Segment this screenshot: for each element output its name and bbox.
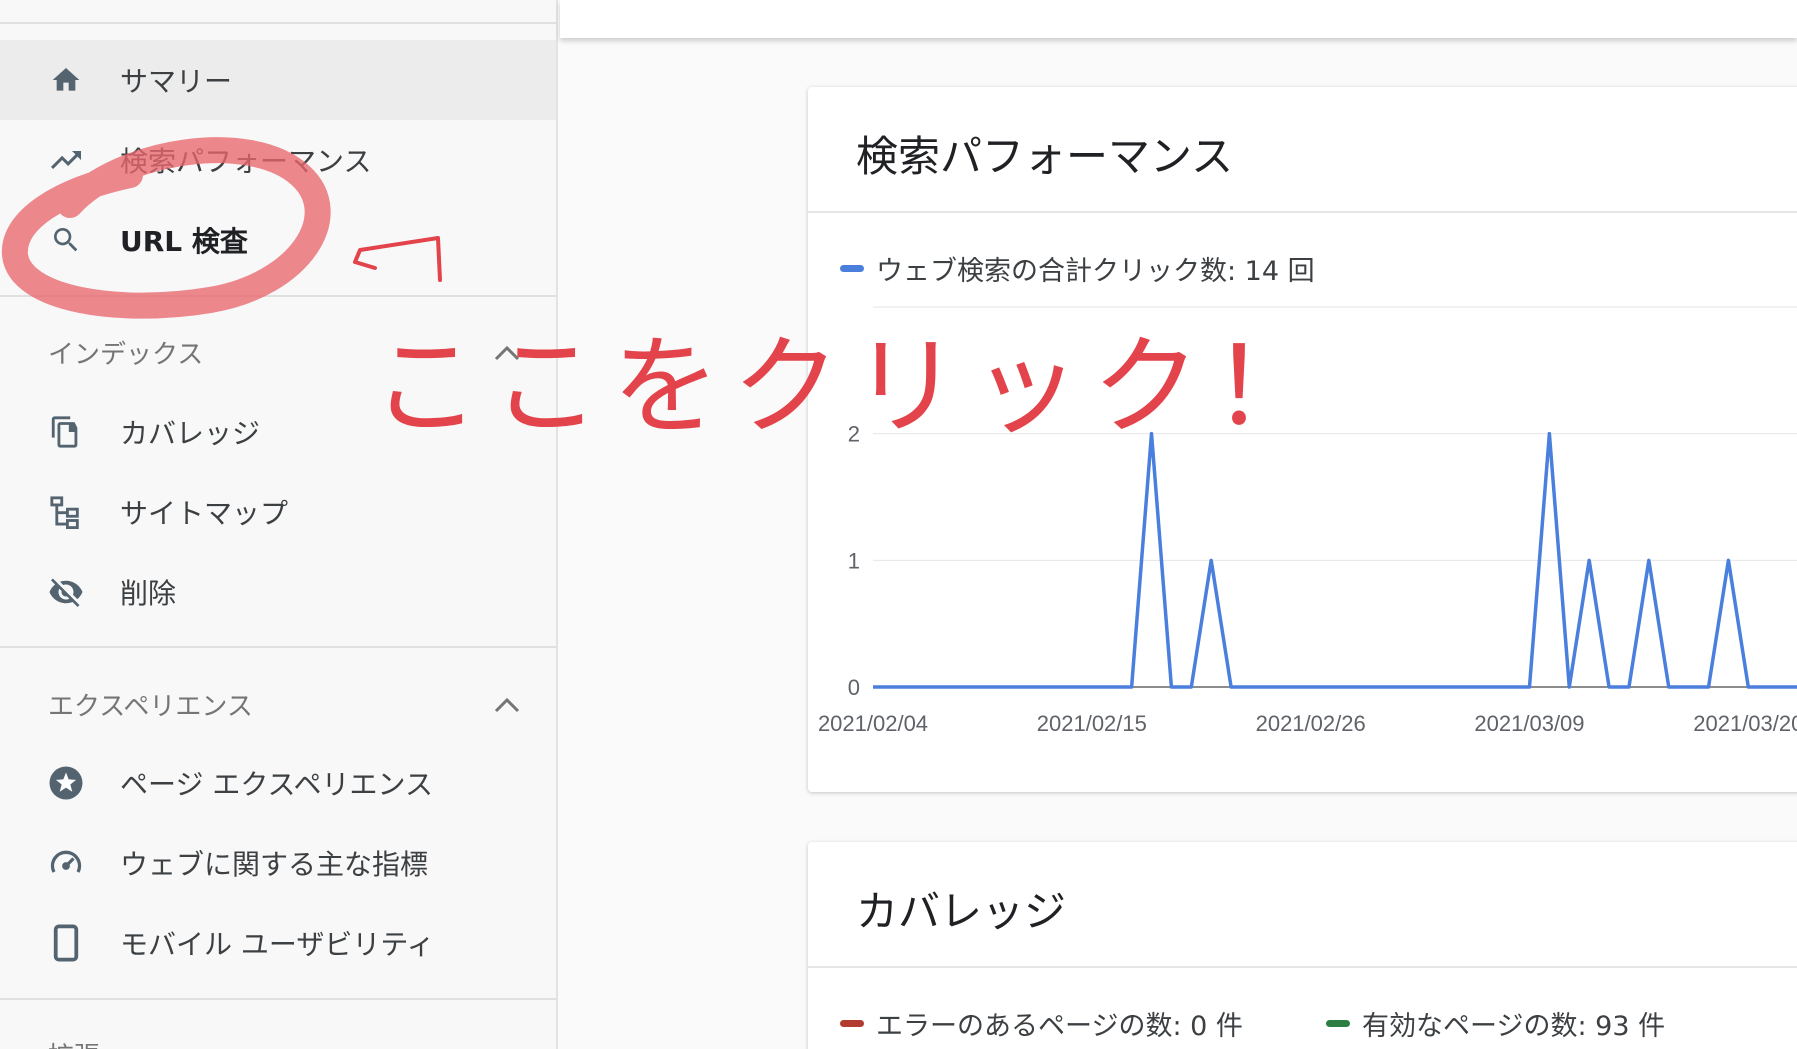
sidebar-item-label: サマリー	[120, 65, 233, 98]
sidebar-item-sitemap[interactable]: サイトマップ	[0, 472, 556, 552]
smartphone-icon	[48, 924, 84, 962]
chart-legend[interactable]: ウェブ検索の合計クリック数: 14 回	[840, 249, 1315, 288]
x-tick-label: 2021/03/09	[1474, 711, 1584, 736]
sidebar-item-label: ウェブに関する主な指標	[120, 848, 429, 881]
legend-swatch	[840, 1020, 864, 1027]
sidebar: サマリー 検索パフォーマンス URL 検査 インデックス カバレッジ サイトマッ…	[0, 0, 558, 1049]
sidebar-divider	[0, 998, 556, 1000]
top-app-bar	[560, 0, 1797, 38]
sidebar-item-label: サイトマップ	[120, 497, 289, 530]
annotation-text: ここをクリック！	[372, 325, 1333, 450]
card-divider	[808, 211, 1797, 213]
sidebar-divider	[0, 646, 556, 648]
sidebar-item-removals[interactable]: 削除	[0, 552, 556, 632]
x-tick-label: 2021/02/26	[1256, 711, 1366, 736]
search-icon	[48, 222, 84, 258]
legend-valid[interactable]: 有効なページの数: 93 件	[1326, 1004, 1665, 1043]
section-title-experience: エクスペリエンス	[48, 692, 253, 722]
card-divider	[808, 966, 1797, 968]
section-title-index: インデックス	[48, 340, 204, 370]
sidebar-item-label: ページ エクスペリエンス	[120, 768, 433, 801]
speed-icon	[48, 845, 84, 881]
sidebar-item-label: カバレッジ	[120, 417, 261, 450]
sidebar-item-page-experience[interactable]: ページ エクスペリエンス	[0, 743, 556, 823]
x-tick-label: 2021/02/15	[1037, 711, 1147, 736]
legend-swatch	[1326, 1020, 1350, 1027]
sidebar-divider	[0, 295, 556, 297]
sidebar-item-url-inspection[interactable]: URL 検査	[0, 200, 556, 280]
card-title: 検索パフォーマンス	[856, 132, 1234, 181]
page-experience-icon	[48, 765, 84, 801]
legend-error[interactable]: エラーのあるページの数: 0 件	[840, 1004, 1243, 1043]
visibility-off-icon	[48, 574, 84, 610]
x-tick-label: 2021/02/04	[818, 711, 928, 736]
legend-swatch	[840, 265, 864, 272]
y-tick-label: 1	[848, 548, 860, 573]
sidebar-item-label: 検索パフォーマンス	[120, 145, 372, 178]
trending-up-icon	[48, 142, 84, 178]
legend-label: エラーのあるページの数: 0 件	[876, 1011, 1243, 1042]
sidebar-item-label: モバイル ユーザビリティ	[120, 928, 435, 961]
sidebar-item-summary[interactable]: サマリー	[0, 40, 556, 120]
sidebar-item-core-web-vitals[interactable]: ウェブに関する主な指標	[0, 823, 556, 903]
legend-label: ウェブ検索の合計クリック数: 14 回	[876, 256, 1315, 287]
sidebar-item-mobile-usability[interactable]: モバイル ユーザビリティ	[0, 903, 556, 983]
search-console-page: サマリー 検索パフォーマンス URL 検査 インデックス カバレッジ サイトマッ…	[0, 0, 1797, 1049]
section-title-enhancements: 拡張	[48, 1036, 100, 1049]
chevron-up-icon[interactable]	[494, 697, 520, 713]
sidebar-item-label: 削除	[120, 577, 177, 610]
x-tick-label: 2021/03/20	[1693, 711, 1797, 736]
home-icon	[48, 62, 84, 98]
card-title: カバレッジ	[856, 887, 1067, 936]
coverage-icon	[48, 414, 84, 450]
coverage-card[interactable]: カバレッジ エラーのあるページの数: 0 件 有効なページの数: 93 件	[808, 842, 1797, 1049]
sitemap-icon	[48, 494, 84, 530]
legend-label: 有効なページの数: 93 件	[1362, 1011, 1666, 1042]
y-tick-label: 0	[848, 675, 860, 700]
sidebar-item-performance[interactable]: 検索パフォーマンス	[0, 120, 556, 200]
sidebar-top-divider	[0, 22, 556, 24]
sidebar-item-label: URL 検査	[120, 225, 248, 258]
